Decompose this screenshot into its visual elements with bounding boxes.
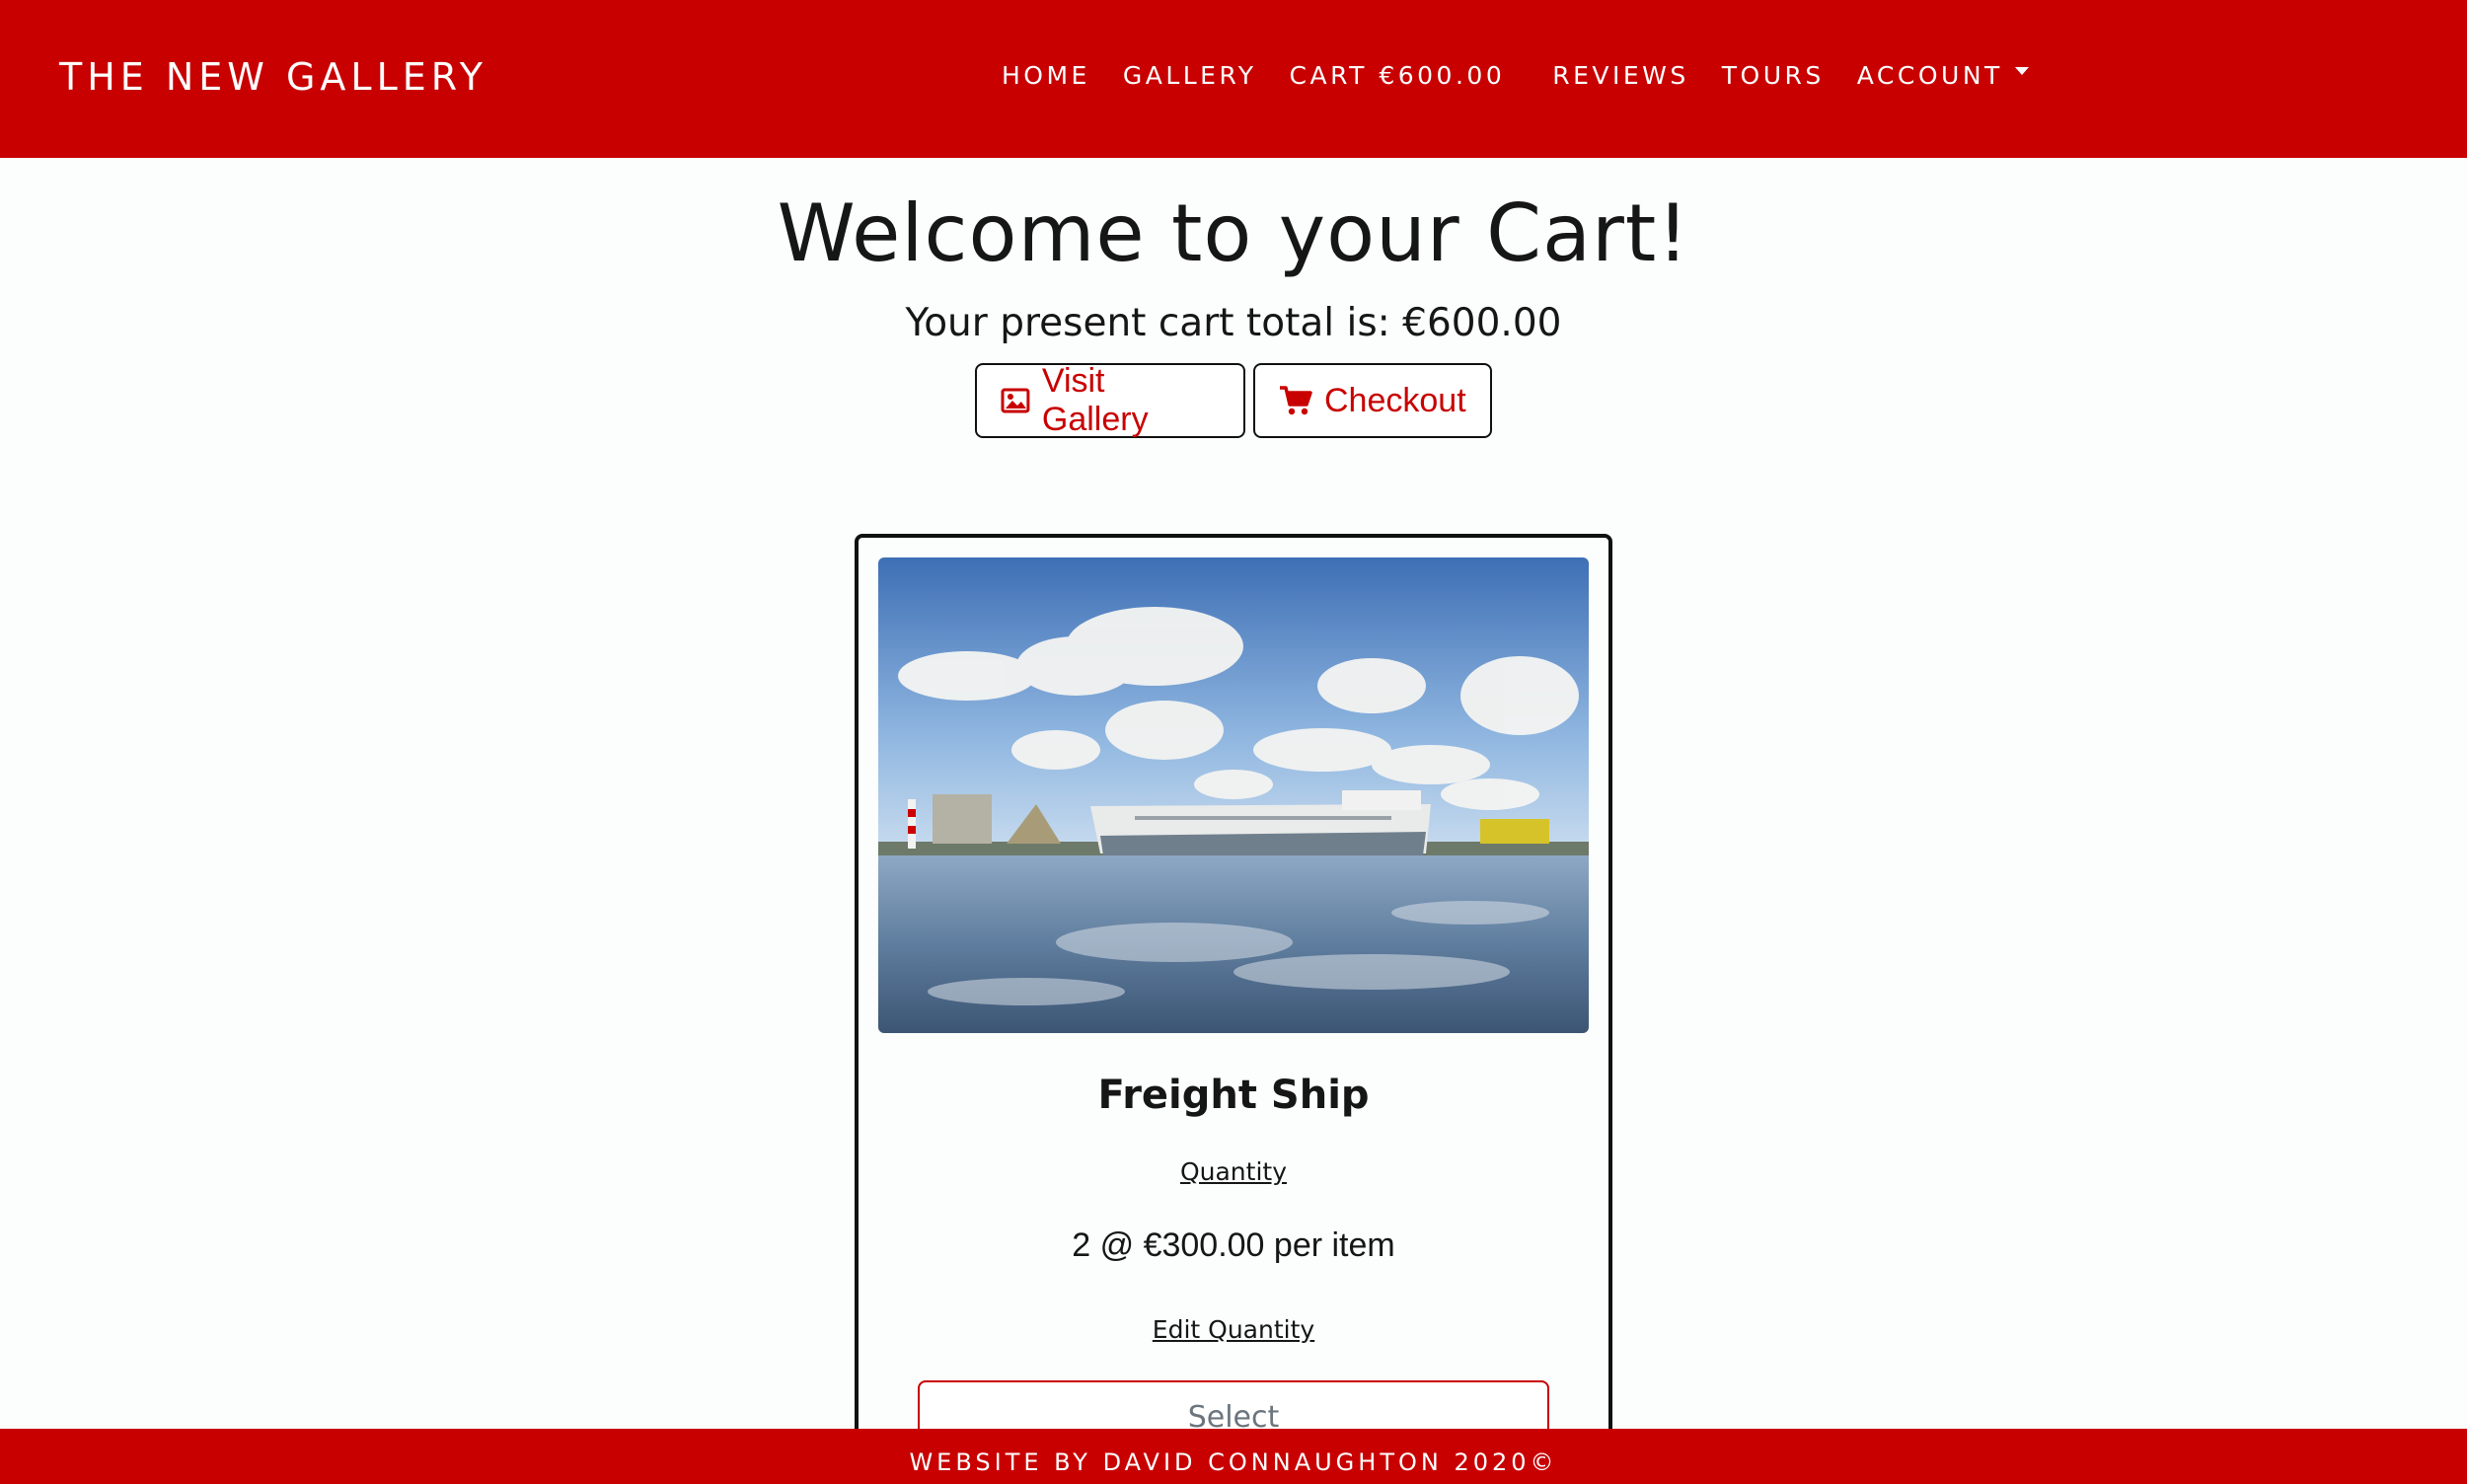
freight-ship-image	[878, 557, 1589, 1033]
nav-reviews-link[interactable]: REVIEWS	[1552, 61, 1689, 90]
nav-tours-link[interactable]: TOURS	[1722, 61, 1825, 90]
nav-home-link[interactable]: HOME	[1002, 61, 1090, 90]
nav-cart-link[interactable]: CART €600.00	[1290, 61, 1506, 90]
visit-gallery-button[interactable]: Visit Gallery	[975, 362, 1245, 438]
cart-total-text: Your present cart total is: €600.00	[905, 301, 1562, 345]
nav-account-label: ACCOUNT	[1856, 61, 2003, 90]
footer: WEBSITE BY DAVID CONNAUGHTON 2020©	[0, 1429, 2467, 1484]
quantity-label: Quantity	[1179, 1157, 1288, 1186]
image-icon	[1001, 388, 1030, 413]
page-title: Welcome to your Cart!	[777, 187, 1690, 279]
nav-links: HOME GALLERY CART €600.00 REVIEWS TOURS …	[1002, 61, 2061, 90]
visit-gallery-label: Visit Gallery	[1041, 362, 1149, 438]
cart-item-card: Freight Ship Quantity 2 @ €300.00 per it…	[855, 534, 1612, 1484]
brand-logo[interactable]: THE NEW GALLERY	[59, 55, 487, 99]
action-buttons: Visit Gallery Checkout	[975, 362, 1492, 438]
item-title: Freight Ship	[1097, 1073, 1370, 1118]
caret-down-icon	[2014, 67, 2029, 75]
nav-gallery-link[interactable]: GALLERY	[1123, 61, 1257, 90]
shopping-cart-icon	[1280, 386, 1312, 415]
navbar: THE NEW GALLERY HOME GALLERY CART €600.0…	[0, 0, 2467, 158]
quantity-price-text: 2 @ €300.00 per item	[1072, 1226, 1395, 1264]
nav-account-dropdown[interactable]: ACCOUNT	[1857, 61, 2029, 90]
checkout-button[interactable]: Checkout	[1253, 363, 1492, 438]
checkout-label: Checkout	[1324, 381, 1466, 419]
edit-quantity-link[interactable]: Edit Quantity	[859, 1315, 1608, 1344]
